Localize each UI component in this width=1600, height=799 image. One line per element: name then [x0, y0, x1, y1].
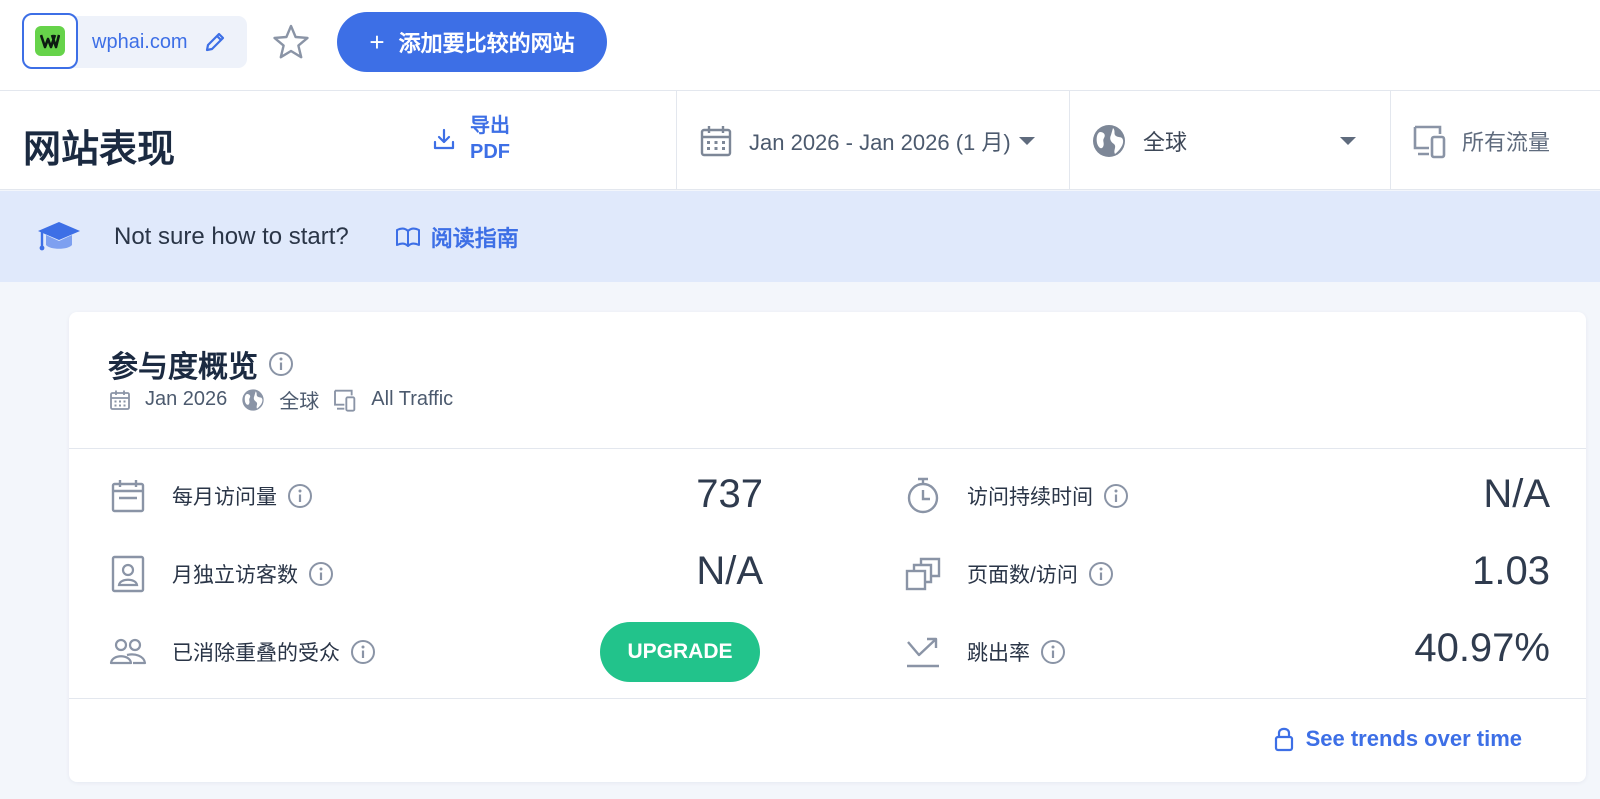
calendar-icon — [108, 479, 148, 513]
divider — [69, 698, 1586, 699]
info-icon[interactable] — [308, 561, 334, 587]
add-compare-label: 添加要比较的网站 — [398, 31, 575, 56]
see-trends-link[interactable]: See trends over time — [1274, 726, 1522, 752]
metric-monthly-visits: 每月访问量 — [108, 466, 313, 526]
region-dropdown[interactable]: 全球 — [1070, 91, 1390, 190]
page-title: 网站表现 — [23, 129, 176, 171]
top-bar: wphai.com + 添加要比较的网站 — [0, 0, 1600, 91]
banner-message: Not sure how to start? — [114, 222, 349, 250]
help-banner: Not sure how to start? 阅读指南 — [0, 191, 1600, 282]
pages-icon — [903, 556, 943, 592]
meta-region: 全球 — [279, 391, 320, 413]
download-icon — [432, 127, 456, 151]
site-domain[interactable]: wphai.com — [92, 31, 188, 54]
read-guide-label: 阅读指南 — [430, 225, 519, 251]
card-title: 参与度概览 — [108, 351, 258, 384]
globe-icon — [1091, 123, 1127, 159]
traffic-dropdown[interactable]: 所有流量 — [1391, 91, 1600, 190]
calendar-icon — [699, 124, 733, 158]
devices-icon — [1412, 123, 1448, 159]
pencil-edit-icon[interactable] — [204, 31, 226, 53]
metric-label: 访问持续时间 — [967, 486, 1093, 509]
favicon-frame — [22, 13, 78, 69]
add-compare-site-button[interactable]: + 添加要比较的网站 — [337, 12, 607, 72]
export-format-label: PDF — [470, 141, 510, 163]
meta-date: Jan 2026 — [145, 388, 228, 410]
metric-unique-visitors: 月独立访客数 — [108, 544, 334, 604]
info-icon[interactable] — [287, 483, 313, 509]
site-chip[interactable]: wphai.com — [22, 13, 247, 69]
book-icon — [395, 226, 421, 248]
metric-value: N/A — [696, 549, 763, 593]
card-meta: Jan 2026 全球 All Traffic — [109, 385, 467, 414]
card-header: 参与度概览 Jan 2026 全球 All Traffic — [69, 312, 1586, 449]
export-label: 导出 — [470, 115, 510, 137]
lock-icon — [1274, 726, 1294, 752]
devices-icon — [333, 388, 357, 412]
upgrade-button[interactable]: UPGRADE — [600, 622, 760, 682]
metric-pages-per-visit: 页面数/访问 — [903, 544, 1114, 604]
audience-icon — [108, 637, 148, 667]
metric-label: 已消除重叠的受众 — [172, 642, 340, 665]
metric-label: 每月访问量 — [172, 486, 277, 509]
region-value: 全球 — [1143, 129, 1188, 155]
info-icon[interactable] — [1088, 561, 1114, 587]
globe-icon — [241, 388, 265, 412]
metric-value: 737 — [696, 472, 763, 516]
metric-deduplicated-audience: 已消除重叠的受众 — [108, 622, 376, 682]
meta-traffic: All Traffic — [371, 388, 454, 410]
site-favicon-icon — [35, 26, 65, 56]
info-icon[interactable] — [350, 639, 376, 665]
metric-bounce-rate: 跳出率 — [903, 622, 1066, 682]
metric-label: 页面数/访问 — [967, 564, 1078, 587]
metric-value: N/A — [1483, 472, 1550, 516]
star-favorite-icon[interactable] — [272, 23, 310, 61]
chevron-down-icon — [1340, 136, 1356, 145]
info-icon[interactable] — [268, 351, 294, 377]
see-trends-label: See trends over time — [1305, 726, 1522, 751]
info-icon[interactable] — [1103, 483, 1129, 509]
metric-label: 跳出率 — [967, 642, 1030, 665]
metric-visit-duration: 访问持续时间 — [903, 466, 1129, 526]
metric-label: 月独立访客数 — [172, 564, 298, 587]
filter-bar: 网站表现 导出 PDF Jan 2026 - Jan 2026 (1 月) 全球… — [0, 91, 1600, 190]
traffic-value: 所有流量 — [1462, 129, 1551, 155]
bounce-arrow-icon — [903, 635, 943, 669]
engagement-overview-card: 参与度概览 Jan 2026 全球 All Traffic 每月访问量 737 … — [69, 312, 1586, 782]
metric-value: 1.03 — [1472, 549, 1550, 593]
visitor-id-icon — [108, 555, 148, 593]
stopwatch-icon — [903, 477, 943, 515]
export-pdf-button[interactable]: 导出 PDF — [432, 113, 510, 165]
graduation-cap-icon — [36, 218, 82, 256]
info-icon[interactable] — [1040, 639, 1066, 665]
chevron-down-icon — [1018, 136, 1035, 145]
date-range-value: Jan 2026 - Jan 2026 (1 月) — [749, 129, 1011, 155]
metric-value: 40.97% — [1414, 626, 1550, 670]
read-guide-link[interactable]: 阅读指南 — [395, 221, 519, 253]
plus-icon: + — [369, 26, 385, 57]
date-range-dropdown[interactable]: Jan 2026 - Jan 2026 (1 月) — [677, 91, 1069, 190]
calendar-icon — [109, 389, 131, 411]
